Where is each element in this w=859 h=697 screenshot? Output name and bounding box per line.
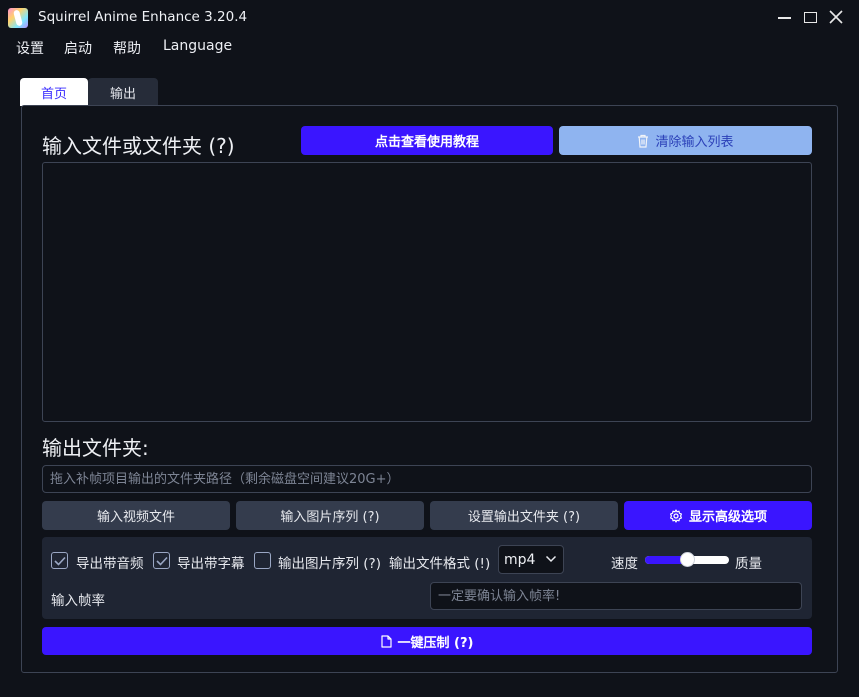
maximize-icon[interactable] <box>798 6 822 28</box>
input-video-button[interactable]: 输入视频文件 <box>42 501 230 530</box>
fps-label: 输入帧率 <box>51 593 105 609</box>
window-title: Squirrel Anime Enhance 3.20.4 <box>38 9 248 25</box>
compress-button-label: 一键压制 (?) <box>397 635 474 651</box>
output-format-value: mp4 <box>504 551 536 568</box>
input-image-sequence-button[interactable]: 输入图片序列 (?) <box>236 501 424 530</box>
input-video-label: 输入视频文件 <box>96 510 175 525</box>
chevron-down-icon <box>545 553 557 569</box>
tutorial-button[interactable]: 点击查看使用教程 <box>301 126 553 155</box>
checkmark-icon <box>155 556 168 566</box>
app-logo-icon <box>8 8 28 28</box>
output-folder-title: 输出文件夹: <box>42 436 149 460</box>
export-image-sequence-label: 输出图片序列 (?) <box>278 556 381 572</box>
menu-launch[interactable]: 启动 <box>64 38 92 58</box>
output-format-select[interactable]: mp4 <box>498 545 564 574</box>
menu-language[interactable]: Language <box>163 38 232 54</box>
title-bar: Squirrel Anime Enhance 3.20.4 <box>0 0 859 34</box>
show-advanced-options-button[interactable]: 显示高级选项 <box>624 501 812 530</box>
input-image-sequence-label: 输入图片序列 (?) <box>280 510 380 525</box>
gear-icon <box>669 508 683 523</box>
minimize-icon[interactable] <box>772 6 796 28</box>
one-click-compress-button[interactable]: 一键压制 (?) <box>42 627 812 655</box>
export-subtitles-label: 导出带字幕 <box>177 556 245 572</box>
advanced-options-label: 显示高级选项 <box>688 510 767 525</box>
tab-output[interactable]: 输出 <box>88 78 158 106</box>
file-icon <box>380 634 392 648</box>
export-audio-label: 导出带音频 <box>76 556 144 572</box>
close-icon[interactable] <box>824 6 848 28</box>
menu-help[interactable]: 帮助 <box>113 38 141 58</box>
checkmark-icon <box>53 556 66 566</box>
output-folder-input[interactable] <box>42 465 812 493</box>
output-format-label: 输出文件格式 (!) <box>389 556 491 572</box>
export-audio-checkbox[interactable] <box>51 552 68 569</box>
tutorial-button-label: 点击查看使用教程 <box>374 135 479 150</box>
clear-button-label: 清除输入列表 <box>655 135 734 150</box>
menu-settings[interactable]: 设置 <box>16 38 44 58</box>
export-subtitles-checkbox[interactable] <box>153 552 170 569</box>
fps-input[interactable] <box>430 582 802 610</box>
speed-label: 速度 <box>611 556 638 572</box>
slider-handle[interactable] <box>679 552 695 567</box>
trash-icon <box>637 134 649 148</box>
set-output-folder-label: 设置输出文件夹 (?) <box>467 510 581 525</box>
set-output-folder-button[interactable]: 设置输出文件夹 (?) <box>430 501 618 530</box>
input-section-title: 输入文件或文件夹 (?) <box>42 134 235 158</box>
input-file-list[interactable] <box>42 162 812 422</box>
export-image-sequence-checkbox[interactable] <box>254 552 271 569</box>
quality-label: 质量 <box>735 556 762 572</box>
tab-home[interactable]: 首页 <box>20 78 88 106</box>
clear-input-list-button[interactable]: 清除输入列表 <box>559 126 812 155</box>
